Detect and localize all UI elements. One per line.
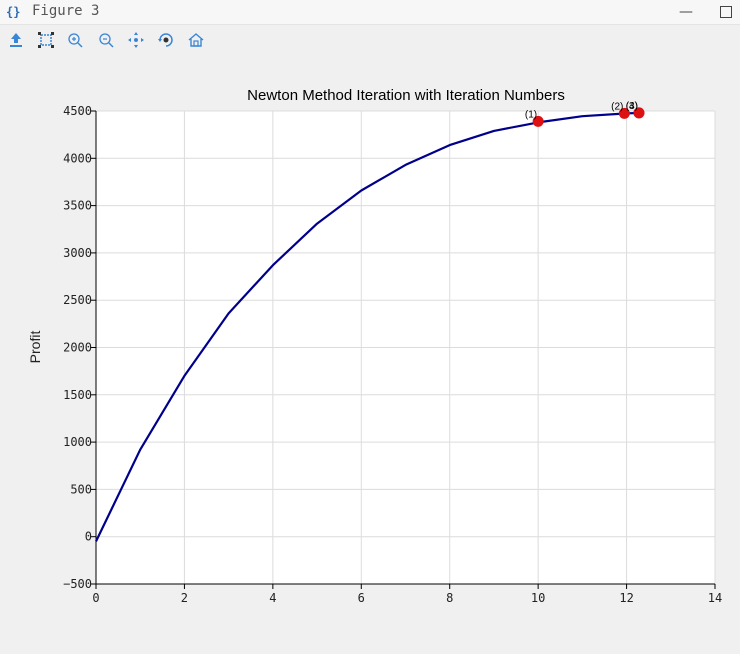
- y-tick-label: 2000: [63, 341, 92, 355]
- y-tick-label: 4000: [63, 151, 92, 165]
- x-tick-label: 4: [269, 591, 276, 605]
- iteration-label: (2): [611, 101, 623, 112]
- x-tick-label: 10: [531, 591, 545, 605]
- chart: 0 2 4 6 8 10 12 14−5000500100015002000250030003…: [27, 87, 722, 605]
- y-tick-label: 1000: [63, 435, 92, 449]
- y-tick-label: 2500: [63, 293, 92, 307]
- y-tick-label: 500: [70, 482, 92, 496]
- iteration-label: (4): [626, 101, 638, 112]
- y-tick-label: 1500: [63, 388, 92, 402]
- x-tick-label: 12: [619, 591, 633, 605]
- y-tick-label: 0: [85, 530, 92, 544]
- x-tick-label: 0: [92, 591, 99, 605]
- x-tick-label: 2: [181, 591, 188, 605]
- y-tick-label: 3500: [63, 199, 92, 213]
- iteration-label: (1): [525, 109, 537, 120]
- x-tick-label: 8: [446, 591, 453, 605]
- y-axis-label: Profit: [27, 331, 43, 364]
- y-tick-label: 4500: [63, 104, 92, 118]
- chart-title: Newton Method Iteration with Iteration N…: [247, 87, 565, 104]
- x-tick-label: 6: [358, 591, 365, 605]
- x-tick-label: 14: [708, 591, 722, 605]
- y-tick-label: −500: [63, 577, 92, 591]
- y-tick-label: 3000: [63, 246, 92, 260]
